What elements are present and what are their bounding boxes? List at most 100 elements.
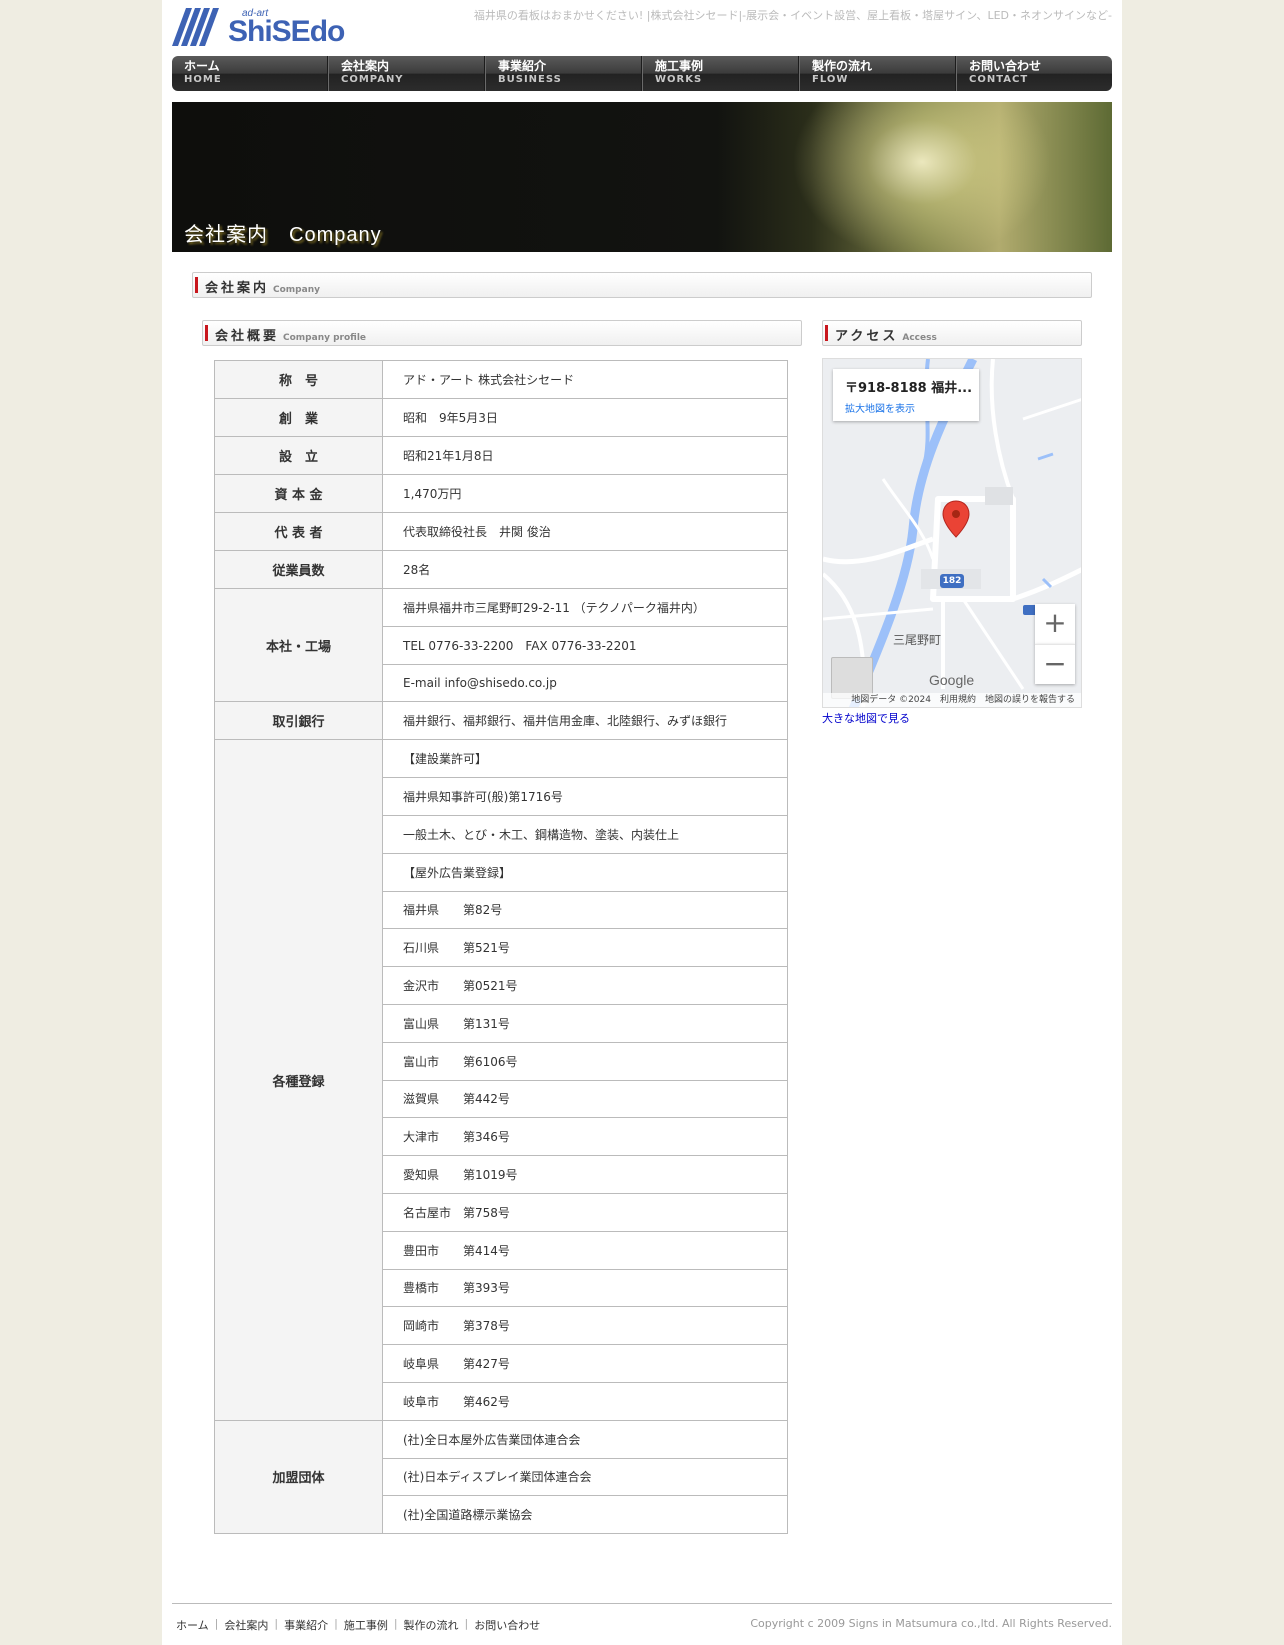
row-label: 加盟団体	[214, 1419, 383, 1535]
row-value: 一般土木、とび・木工、鋼構造物、塗装、内装仕上	[382, 814, 788, 854]
row-value: 豊田市 第414号	[382, 1230, 788, 1270]
footer-link-home[interactable]: ホーム	[176, 1617, 209, 1633]
row-value: TEL 0776-33-2200 FAX 0776-33-2201	[382, 625, 788, 665]
footer-nav: ホーム | 会社案内 | 事業紹介 | 施工事例 | 製作の流れ | お問い合わせ	[176, 1617, 540, 1633]
row-label: 各種登録	[214, 739, 383, 1421]
site-tagline: 福井県の看板はおまかせください! |株式会社シセード|-展示会・イベント設営、屋…	[473, 9, 1112, 22]
banner-light-image	[792, 102, 1052, 252]
map-info-window: 〒918-8188 福井... 拡大地図を表示	[833, 369, 979, 421]
footer-link-company[interactable]: 会社案内	[224, 1617, 268, 1633]
copyright-text: Copyright c 2009 Signs in Matsumura co.,…	[750, 1617, 1112, 1630]
row-value: 福井銀行、福邦銀行、福井信用金庫、北陸銀行、みずほ銀行	[382, 701, 788, 741]
footer-link-contact[interactable]: お問い合わせ	[474, 1617, 540, 1633]
row-value: 【建設業許可】	[382, 739, 788, 779]
row-value: (社)全日本屋外広告業団体連合会	[382, 1419, 788, 1459]
row-value: 名古屋市 第758号	[382, 1192, 788, 1232]
site-logo[interactable]: ad-art ShiSEdo	[172, 6, 350, 48]
row-value: 代表取締役社長 井関 俊治	[382, 512, 788, 551]
nav-item-contact[interactable]: お問い合わせ CONTACT	[956, 56, 1112, 91]
access-heading-text: アクセス	[835, 329, 899, 344]
row-value: E-mail info@shisedo.co.jp	[382, 663, 788, 703]
profile-heading-text: 会社概要	[215, 329, 280, 344]
access-heading: アクセス Access	[822, 320, 1082, 346]
nav-label: 施工事例	[655, 59, 704, 73]
table-row: 取引銀行 福井銀行、福邦銀行、福井信用金庫、北陸銀行、みずほ銀行	[214, 701, 788, 741]
table-row: 設 立昭和21年1月8日	[214, 436, 788, 475]
access-heading-en: Access	[902, 333, 937, 343]
table-row: 代 表 者代表取締役社長 井関 俊治	[214, 512, 788, 551]
logo-stripes-icon	[172, 8, 219, 46]
page-heading-text: 会社案内	[205, 281, 270, 296]
google-map[interactable]: 182 〒918-8188 福井... 拡大地図を表示 + − 三尾野町 Goo…	[822, 358, 1082, 708]
row-value: 福井県福井市三尾野町29-2-11 （テクノパーク福井内）	[382, 588, 788, 627]
table-row: 称 号アド・アート 株式会社シセード	[214, 360, 788, 399]
road-number-badge: 182	[940, 574, 964, 588]
nav-item-flow[interactable]: 製作の流れ FLOW	[799, 56, 956, 91]
nav-label: ホーム	[184, 59, 220, 73]
footer-separator: |	[464, 1617, 469, 1630]
row-value: 金沢市 第0521号	[382, 966, 788, 1005]
row-value: 28名	[382, 550, 788, 589]
nav-item-business[interactable]: 事業紹介 BUSINESS	[485, 56, 642, 91]
footer-separator: |	[393, 1617, 398, 1630]
heading-accent-bar	[195, 277, 198, 293]
nav-item-home[interactable]: ホーム HOME	[172, 56, 328, 91]
footer-divider	[172, 1603, 1112, 1604]
nav-sublabel: BUSINESS	[498, 74, 562, 85]
row-value: 大津市 第346号	[382, 1117, 788, 1157]
row-label: 取引銀行	[214, 701, 383, 741]
nav-label: 製作の流れ	[812, 59, 873, 73]
row-label: 従業員数	[214, 550, 383, 589]
table-row: 各種登録 【建設業許可】	[214, 739, 788, 1421]
map-marker-icon[interactable]	[941, 499, 971, 539]
row-value: アド・アート 株式会社シセード	[382, 360, 788, 399]
row-label: 代 表 者	[214, 512, 383, 551]
row-value: 昭和21年1月8日	[382, 436, 788, 475]
global-nav: ホーム HOME 会社案内 COMPANY 事業紹介 BUSINESS 施工事例…	[172, 56, 1112, 91]
row-value: 富山県 第131号	[382, 1003, 788, 1043]
row-value: 愛知県 第1019号	[382, 1155, 788, 1194]
row-value: 福井県知事許可(般)第1716号	[382, 777, 788, 816]
row-value: 岐阜県 第427号	[382, 1344, 788, 1383]
row-value: 福井県 第82号	[382, 890, 788, 930]
zoom-out-button[interactable]: −	[1035, 644, 1075, 684]
row-label: 設 立	[214, 436, 383, 475]
row-value: 岡崎市 第378号	[382, 1306, 788, 1346]
footer-separator: |	[334, 1617, 338, 1630]
map-info-link[interactable]: 拡大地図を表示	[845, 400, 967, 415]
page-heading: 会社案内 Company	[192, 272, 1092, 298]
zoom-in-button[interactable]: +	[1035, 604, 1075, 644]
row-value: 昭和 9年5月3日	[382, 398, 788, 437]
company-profile-table: 称 号アド・アート 株式会社シセード創 業昭和 9年5月3日設 立昭和21年1月…	[214, 360, 788, 1535]
row-value: 【屋外広告業登録】	[382, 852, 788, 892]
nav-sublabel: WORKS	[655, 74, 703, 85]
footer-separator: |	[274, 1617, 279, 1630]
nav-item-company[interactable]: 会社案内 COMPANY	[328, 56, 485, 91]
table-row: 加盟団体 (社)全日本屋外広告業団体連合会	[214, 1419, 788, 1535]
nav-sublabel: FLOW	[812, 74, 849, 85]
row-value: (社)全国道路標示業協会	[382, 1495, 788, 1535]
row-value: 富山市 第6106号	[382, 1041, 788, 1081]
google-logo: Google	[929, 672, 975, 688]
profile-heading-en: Company profile	[283, 333, 367, 343]
page-banner: 会社案内 Company	[172, 102, 1112, 252]
row-value: 滋賀県 第442号	[382, 1079, 788, 1119]
footer-separator: |	[214, 1617, 219, 1630]
map-info-address: 〒918-8188 福井...	[845, 381, 973, 396]
table-row: 本社・工場 福井県福井市三尾野町29-2-11 （テクノパーク福井内）	[214, 587, 788, 703]
footer-link-works[interactable]: 施工事例	[344, 1617, 388, 1633]
table-row: 創 業昭和 9年5月3日	[214, 398, 788, 437]
row-label: 創 業	[214, 398, 383, 437]
footer-link-flow[interactable]: 製作の流れ	[404, 1617, 459, 1633]
large-map-link[interactable]: 大きな地図で見る	[822, 710, 910, 726]
nav-sublabel: COMPANY	[341, 74, 404, 85]
heading-accent-bar	[205, 325, 208, 341]
footer-link-business[interactable]: 事業紹介	[284, 1617, 328, 1633]
page-heading-en: Company	[273, 285, 320, 295]
map-attribution[interactable]: 地図データ ©2024 利用規約 地図の誤りを報告する	[823, 693, 1081, 707]
profile-table-body: 称 号アド・アート 株式会社シセード創 業昭和 9年5月3日設 立昭和21年1月…	[214, 360, 788, 1535]
logo-wordmark: ShiSEdo	[228, 15, 345, 48]
row-label: 称 号	[214, 360, 383, 399]
row-label: 資 本 金	[214, 474, 383, 513]
nav-item-works[interactable]: 施工事例 WORKS	[642, 56, 799, 91]
